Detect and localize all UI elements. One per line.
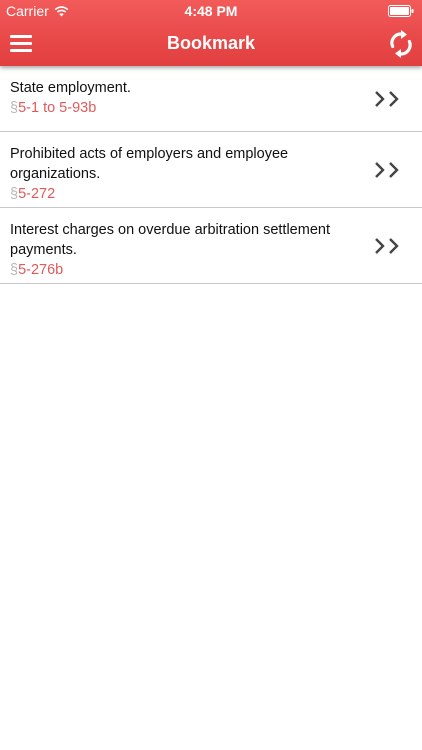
header: Carrier 4:48 PM Bookmark bbox=[0, 0, 422, 66]
double-chevron-right-icon[interactable] bbox=[374, 90, 402, 108]
bookmark-section: §5-276b bbox=[10, 260, 372, 280]
navigation-bar: Bookmark bbox=[0, 22, 422, 66]
bookmark-title: State employment. bbox=[10, 80, 131, 96]
section-symbol: § bbox=[10, 186, 19, 202]
section-number: 5-272 bbox=[18, 186, 56, 202]
bookmark-section: §5-272 bbox=[10, 184, 372, 204]
status-time: 4:48 PM bbox=[184, 3, 238, 19]
bookmark-item[interactable]: Interest charges on overdue arbitration … bbox=[0, 208, 422, 284]
bookmark-title: Interest charges on overdue arbitration … bbox=[10, 222, 330, 258]
status-bar: Carrier 4:48 PM bbox=[0, 0, 422, 22]
section-symbol: § bbox=[10, 100, 19, 116]
bookmark-item[interactable]: Prohibited acts of employers and employe… bbox=[0, 132, 422, 208]
section-number: 5-1 to 5-93b bbox=[18, 100, 97, 116]
section-number: 5-276b bbox=[18, 262, 64, 278]
double-chevron-right-icon[interactable] bbox=[374, 161, 402, 179]
bookmark-screen: Carrier 4:48 PM Bookmark State employmen… bbox=[0, 0, 422, 750]
section-symbol: § bbox=[10, 262, 19, 278]
battery-icon bbox=[388, 5, 414, 17]
refresh-icon[interactable] bbox=[388, 30, 414, 58]
bookmark-list: State employment. §5-1 to 5-93b Prohibit… bbox=[0, 66, 422, 284]
bookmark-section: §5-1 to 5-93b bbox=[10, 98, 372, 118]
double-chevron-right-icon[interactable] bbox=[374, 237, 402, 255]
bookmark-item[interactable]: State employment. §5-1 to 5-93b bbox=[0, 66, 422, 132]
bookmark-title: Prohibited acts of employers and employe… bbox=[10, 146, 289, 182]
page-title: Bookmark bbox=[166, 33, 256, 53]
